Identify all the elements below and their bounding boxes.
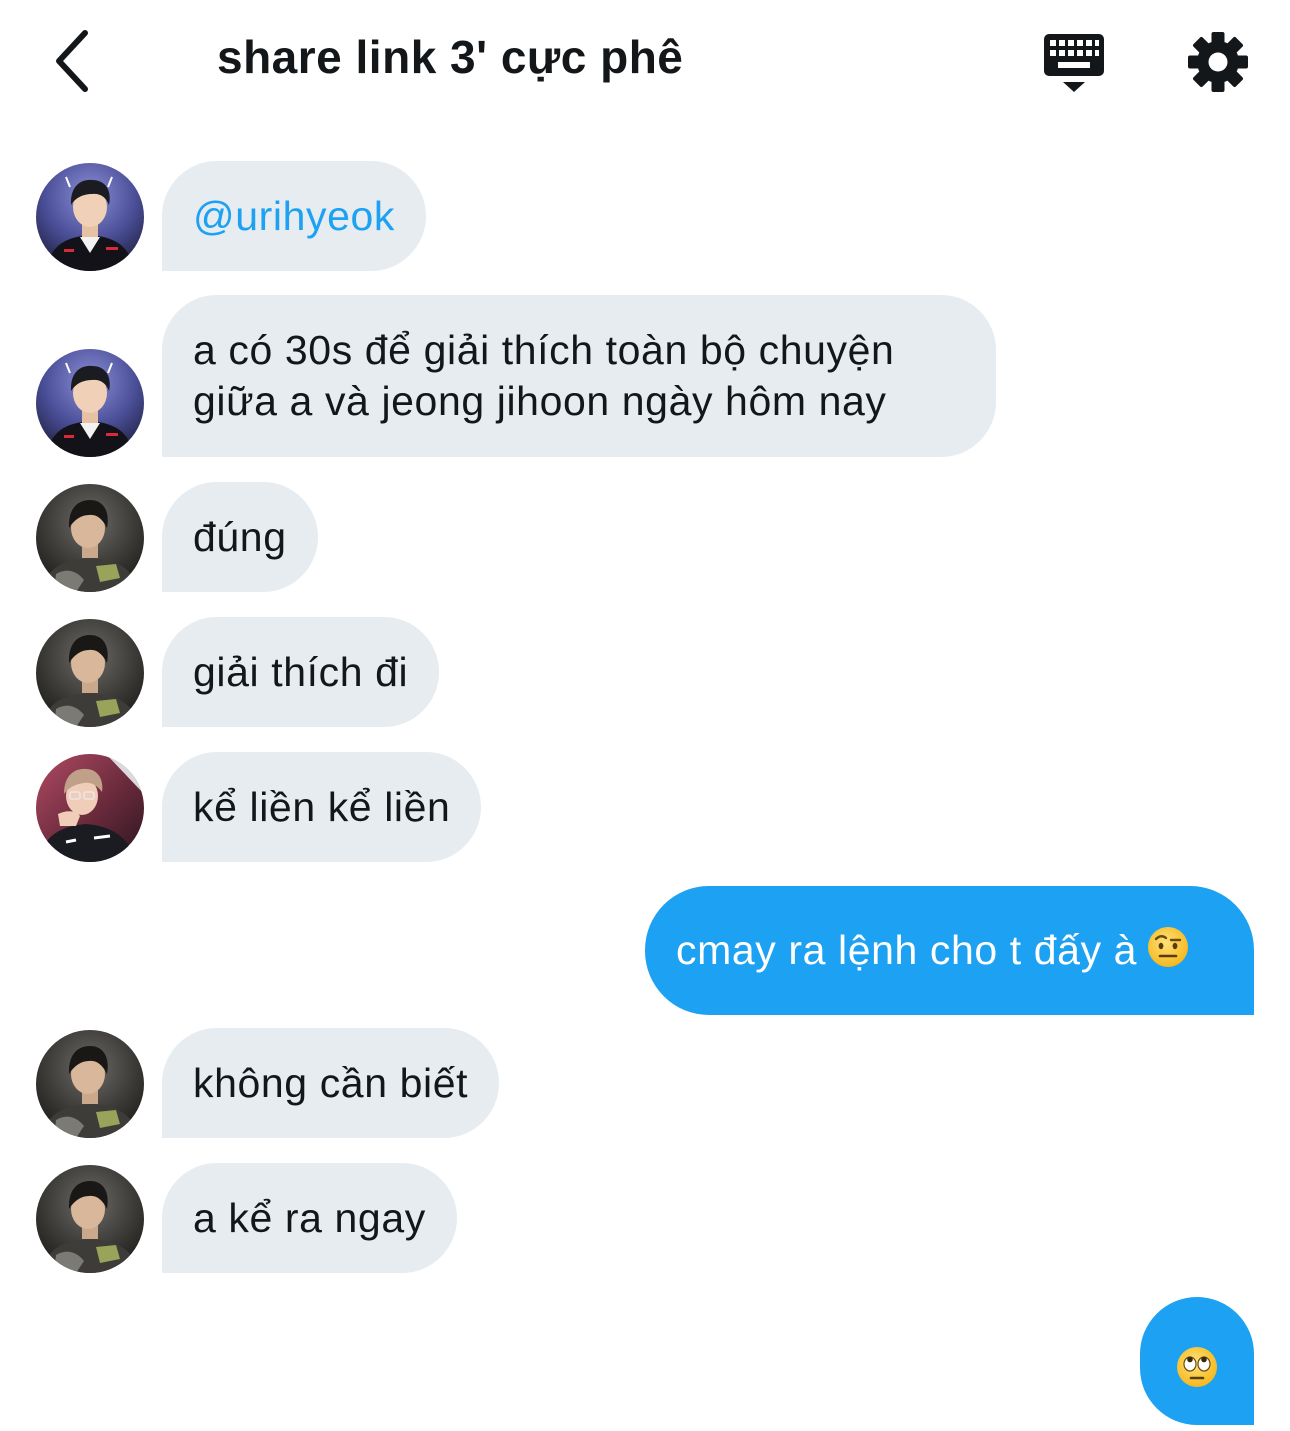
message-bubble[interactable]: a kể ra ngay: [162, 1163, 457, 1273]
sent-message-bubble[interactable]: cmay ra lệnh cho t đấy à: [645, 886, 1254, 1015]
chevron-left-icon: [56, 30, 88, 92]
avatar[interactable]: [36, 163, 144, 271]
message-bubble[interactable]: kể liền kể liền: [162, 752, 482, 862]
rolling-eyes-emoji-icon: [1177, 1347, 1217, 1387]
conversation-title[interactable]: share link 3' cực phê: [217, 30, 683, 84]
message-text: đúng: [193, 514, 287, 560]
avatar[interactable]: [36, 619, 144, 727]
message-text: cmay ra lệnh cho t đấy à: [676, 927, 1138, 973]
avatar[interactable]: [36, 1030, 144, 1138]
gear-icon: [1188, 32, 1248, 92]
sent-message-bubble[interactable]: [1140, 1297, 1254, 1425]
message-bubble[interactable]: @urihyeok: [162, 161, 426, 271]
back-button[interactable]: [36, 22, 106, 100]
avatar[interactable]: [36, 754, 144, 862]
keyboard-icon: [1044, 34, 1104, 92]
message-text-line: a có 30s để giải thích toàn bộ chuyện: [193, 327, 895, 373]
message-text-line: giữa a và jeong jihoon ngày hôm nay: [193, 378, 887, 424]
avatar[interactable]: [36, 484, 144, 592]
avatar[interactable]: [36, 1165, 144, 1273]
message-text: a kể ra ngay: [193, 1195, 426, 1241]
message-bubble[interactable]: đúng: [162, 482, 318, 592]
mention-link[interactable]: @urihyeok: [193, 193, 395, 239]
message-text: giải thích đi: [193, 649, 409, 695]
message-text: không cần biết: [193, 1060, 469, 1106]
message-bubble[interactable]: giải thích đi: [162, 617, 440, 727]
message-bubble[interactable]: a có 30s để giải thích toàn bộ chuyện gi…: [162, 295, 996, 457]
avatar[interactable]: [36, 349, 144, 457]
message-bubble[interactable]: không cần biết: [162, 1028, 500, 1138]
keyboard-button[interactable]: [1036, 26, 1112, 98]
chat-header: share link 3' cực phê: [0, 0, 1290, 125]
raised-eyebrow-emoji-icon: [1148, 926, 1189, 967]
settings-button[interactable]: [1180, 24, 1256, 100]
message-text: kể liền kể liền: [193, 784, 451, 830]
